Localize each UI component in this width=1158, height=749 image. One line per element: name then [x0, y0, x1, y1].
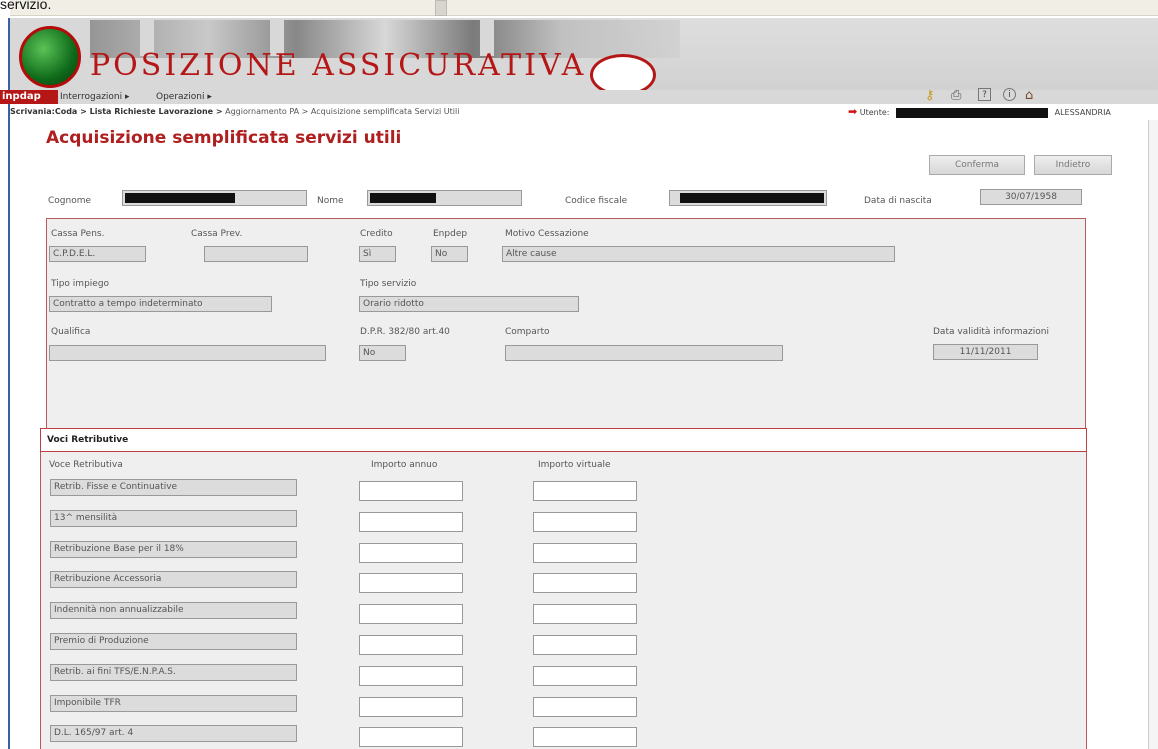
- birth-date-label: Data di nascita: [864, 196, 932, 206]
- page-title: Acquisizione semplificata servizi utili: [46, 128, 402, 148]
- importo-virtuale-input[interactable]: [533, 512, 637, 532]
- col-virtuale-header: Importo virtuale: [538, 460, 611, 470]
- col-voce-header: Voce Retributiva: [49, 460, 123, 470]
- dpr-label: D.P.R. 382/80 art.40: [360, 327, 450, 337]
- app-title: POSIZIONE ASSICURATIVA: [90, 48, 587, 83]
- vertical-scrollbar[interactable]: [1148, 120, 1158, 749]
- print-icon[interactable]: ⎙: [951, 88, 961, 103]
- user-location: ALESSANDRIA: [1054, 108, 1111, 117]
- importo-virtuale-input[interactable]: [533, 727, 637, 747]
- name-field[interactable]: [367, 190, 522, 206]
- cassa-pens-field[interactable]: C.P.D.E.L.: [49, 246, 146, 262]
- importo-annuo-input[interactable]: [359, 573, 463, 593]
- comparto-field[interactable]: [505, 345, 783, 361]
- confirm-button[interactable]: Conferma: [929, 155, 1025, 175]
- back-button[interactable]: Indietro: [1034, 155, 1112, 175]
- details-panel: Cassa Pens. C.P.D.E.L. Cassa Prev. Credi…: [46, 218, 1086, 429]
- voce-field[interactable]: 13^ mensilità: [50, 510, 297, 527]
- credito-label: Credito: [360, 229, 393, 239]
- cut-off-text: servizio.: [0, 0, 52, 12]
- section-title-voci: Voci Retributive: [40, 428, 1087, 452]
- redacted-value: [125, 193, 235, 203]
- surname-field[interactable]: [122, 190, 307, 206]
- breadcrumb-bold[interactable]: Scrivania:Coda > Lista Richieste Lavoraz…: [10, 107, 223, 116]
- voce-field[interactable]: Premio di Produzione: [50, 633, 297, 650]
- info-icon[interactable]: i: [1003, 88, 1016, 101]
- cassa-pens-label: Cassa Pens.: [51, 229, 105, 239]
- redacted-username: [896, 107, 1049, 118]
- importo-virtuale-input[interactable]: [533, 573, 637, 593]
- redacted-value: [370, 193, 436, 203]
- key-icon[interactable]: ⚷: [925, 88, 935, 103]
- tax-code-field[interactable]: [669, 190, 827, 206]
- cassa-prev-field[interactable]: [204, 246, 308, 262]
- arrow-right-icon: ➡: [848, 105, 858, 118]
- tipo-impiego-field[interactable]: Contratto a tempo indeterminato: [49, 296, 272, 312]
- importo-virtuale-input[interactable]: [533, 481, 637, 501]
- importo-annuo-input[interactable]: [359, 604, 463, 624]
- window-left-edge: [0, 18, 10, 749]
- breadcrumb: Scrivania:Coda > Lista Richieste Lavoraz…: [10, 104, 1158, 120]
- importo-virtuale-input[interactable]: [533, 666, 637, 686]
- voce-field[interactable]: Retribuzione Accessoria: [50, 571, 297, 588]
- voce-field[interactable]: D.L. 165/97 art. 4: [50, 725, 297, 742]
- menu-bar: Interrogazioni ▸ Operazioni ▸: [58, 90, 1158, 104]
- importo-annuo-input[interactable]: [359, 481, 463, 501]
- brand-label: inpdap: [0, 90, 58, 104]
- voce-field[interactable]: Imponibile TFR: [50, 695, 297, 712]
- validita-label: Data validità informazioni: [933, 327, 1049, 337]
- qualifica-field[interactable]: [49, 345, 326, 361]
- user-label: Utente:: [859, 108, 890, 117]
- tipo-servizio-label: Tipo servizio: [360, 279, 417, 289]
- importo-virtuale-input[interactable]: [533, 543, 637, 563]
- browser-top-strip: servizio.: [0, 0, 1158, 18]
- surname-label: Cognome: [48, 196, 92, 206]
- motivo-label: Motivo Cessazione: [505, 229, 589, 239]
- cassa-prev-label: Cassa Prev.: [191, 229, 243, 239]
- voce-field[interactable]: Retrib. ai fini TFS/E.N.P.A.S.: [50, 664, 297, 681]
- importo-annuo-input[interactable]: [359, 512, 463, 532]
- credito-field[interactable]: Sì: [359, 246, 396, 262]
- dpr-field[interactable]: No: [359, 345, 406, 361]
- enpdep-field[interactable]: No: [431, 246, 468, 262]
- comparto-label: Comparto: [505, 327, 550, 337]
- qualifica-label: Qualifica: [51, 327, 91, 337]
- voce-field[interactable]: Retrib. Fisse e Continuative: [50, 479, 297, 496]
- enpdep-label: Enpdep: [433, 229, 468, 239]
- tipo-servizio-field[interactable]: Orario ridotto: [359, 296, 579, 312]
- help-icon[interactable]: ?: [978, 88, 991, 101]
- home-icon[interactable]: ⌂: [1025, 88, 1033, 103]
- importo-annuo-input[interactable]: [359, 697, 463, 717]
- browser-tab[interactable]: [435, 0, 447, 16]
- validita-field[interactable]: 11/11/2011: [933, 344, 1038, 360]
- inpdap-logo-icon: [19, 26, 81, 88]
- importo-annuo-input[interactable]: [359, 543, 463, 563]
- motivo-field[interactable]: Altre cause: [502, 246, 895, 262]
- browser-toolbar: [10, 0, 1158, 16]
- voce-field[interactable]: Indennità non annualizzabile: [50, 602, 297, 619]
- importo-annuo-input[interactable]: [359, 727, 463, 747]
- col-annuo-header: Importo annuo: [371, 460, 438, 470]
- menu-item-interrogazioni[interactable]: Interrogazioni ▸: [60, 90, 130, 104]
- birth-date-field[interactable]: 30/07/1958: [980, 189, 1082, 205]
- redacted-value: [680, 193, 824, 203]
- voce-field[interactable]: Retribuzione Base per il 18%: [50, 541, 297, 558]
- tipo-impiego-label: Tipo impiego: [51, 279, 110, 289]
- breadcrumb-current[interactable]: Aggiornamento PA > Acquisizione semplifi…: [225, 107, 459, 116]
- importo-virtuale-input[interactable]: [533, 604, 637, 624]
- name-label: Nome: [317, 196, 344, 206]
- tax-code-label: Codice fiscale: [565, 196, 628, 206]
- user-info: ➡ Utente: ALESSANDRIA: [848, 104, 1111, 121]
- menu-item-operazioni[interactable]: Operazioni ▸: [156, 90, 212, 104]
- importo-virtuale-input[interactable]: [533, 635, 637, 655]
- importo-virtuale-input[interactable]: [533, 697, 637, 717]
- importo-annuo-input[interactable]: [359, 635, 463, 655]
- importo-annuo-input[interactable]: [359, 666, 463, 686]
